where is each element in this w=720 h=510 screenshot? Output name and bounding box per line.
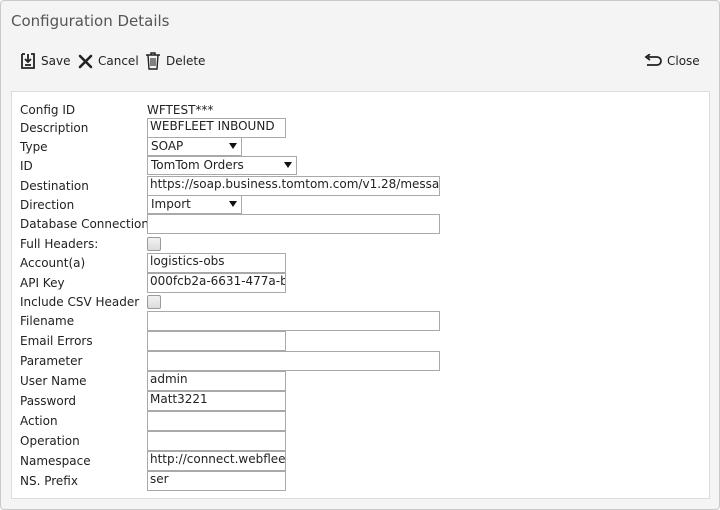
x-icon — [78, 54, 93, 69]
trash-icon — [145, 52, 161, 70]
filename-input[interactable] — [147, 311, 440, 331]
action-input[interactable] — [147, 411, 286, 431]
row-type: Type SOAP — [20, 137, 700, 157]
description-input[interactable]: WEBFLEET INBOUND — [147, 118, 286, 138]
row-id: ID TomTom Orders — [20, 156, 700, 176]
email-errors-input[interactable] — [147, 331, 286, 351]
row-password: Password Matt3221 — [20, 391, 700, 411]
filename-label: Filename — [20, 314, 75, 328]
id-label: ID — [20, 159, 33, 173]
row-email-errors: Email Errors — [20, 331, 700, 351]
type-select-value: SOAP — [151, 139, 184, 153]
toolbar: Save Cancel Delete Close — [1, 49, 719, 73]
row-config-id: Config ID WFTEST*** — [20, 100, 700, 120]
description-label: Description — [20, 121, 89, 135]
id-select-value: TomTom Orders — [151, 158, 244, 172]
full-headers-label: Full Headers: — [20, 237, 99, 251]
cancel-button[interactable]: Cancel — [78, 49, 139, 73]
save-icon — [20, 53, 36, 69]
type-select[interactable]: SOAP — [147, 137, 242, 156]
close-button[interactable]: Close — [644, 49, 700, 73]
row-accounts: Account(a) logistics-obs — [20, 253, 700, 273]
save-button[interactable]: Save — [20, 49, 70, 73]
database-connection-label: Database Connection — [20, 217, 149, 231]
api-key-label: API Key — [20, 276, 65, 290]
delete-label: Delete — [166, 54, 206, 68]
cancel-label: Cancel — [98, 54, 139, 68]
email-errors-label: Email Errors — [20, 334, 93, 348]
dialog-title: Configuration Details — [11, 12, 170, 30]
user-name-label: User Name — [20, 374, 87, 388]
row-direction: Direction Import — [20, 195, 700, 215]
password-label: Password — [20, 394, 77, 408]
row-api-key: API Key 000fcb2a-6631-477a-b00 — [20, 273, 700, 293]
undo-arrow-icon — [644, 54, 662, 68]
id-select[interactable]: TomTom Orders — [147, 156, 297, 175]
include-csv-header-checkbox[interactable] — [147, 295, 161, 309]
destination-label: Destination — [20, 179, 89, 193]
namespace-input[interactable]: http://connect.webfleet.t — [147, 451, 286, 471]
row-operation: Operation — [20, 431, 700, 451]
api-key-input[interactable]: 000fcb2a-6631-477a-b00 — [147, 273, 286, 293]
user-name-input[interactable]: admin — [147, 371, 286, 391]
row-ns-prefix: NS. Prefix ser — [20, 471, 700, 491]
row-include-csv-header: Include CSV Header — [20, 292, 700, 312]
chevron-down-icon — [284, 162, 292, 168]
accounts-input[interactable]: logistics-obs — [147, 253, 286, 273]
delete-button[interactable]: Delete — [145, 49, 205, 73]
type-label: Type — [20, 140, 48, 154]
destination-input[interactable]: https://soap.business.tomtom.com/v1.28/m… — [147, 176, 440, 196]
parameter-input[interactable] — [147, 351, 440, 371]
include-csv-header-label: Include CSV Header — [20, 295, 140, 309]
config-id-value: WFTEST*** — [147, 103, 214, 117]
chevron-down-icon — [229, 143, 237, 149]
close-label: Close — [667, 54, 700, 68]
namespace-label: Namespace — [20, 454, 91, 468]
row-user-name: User Name admin — [20, 371, 700, 391]
row-destination: Destination https://soap.business.tomtom… — [20, 176, 700, 196]
config-id-label: Config ID — [20, 103, 76, 117]
direction-select[interactable]: Import — [147, 195, 242, 214]
ns-prefix-input[interactable]: ser — [147, 471, 286, 491]
row-action: Action — [20, 411, 700, 431]
ns-prefix-label: NS. Prefix — [20, 474, 78, 488]
direction-label: Direction — [20, 198, 75, 212]
parameter-label: Parameter — [20, 354, 83, 368]
row-parameter: Parameter — [20, 351, 700, 371]
full-headers-checkbox[interactable] — [147, 237, 161, 251]
operation-input[interactable] — [147, 431, 286, 451]
row-full-headers: Full Headers: — [20, 234, 700, 254]
row-namespace: Namespace http://connect.webfleet.t — [20, 451, 700, 471]
action-label: Action — [20, 414, 58, 428]
direction-select-value: Import — [151, 197, 191, 211]
database-connection-input[interactable] — [147, 214, 440, 234]
save-label: Save — [41, 54, 71, 68]
chevron-down-icon — [229, 201, 237, 207]
row-database-connection: Database Connection — [20, 214, 700, 234]
row-description: Description WEBFLEET INBOUND — [20, 118, 700, 138]
row-filename: Filename — [20, 311, 700, 331]
accounts-label: Account(a) — [20, 256, 86, 270]
operation-label: Operation — [20, 434, 80, 448]
password-input[interactable]: Matt3221 — [147, 391, 286, 411]
